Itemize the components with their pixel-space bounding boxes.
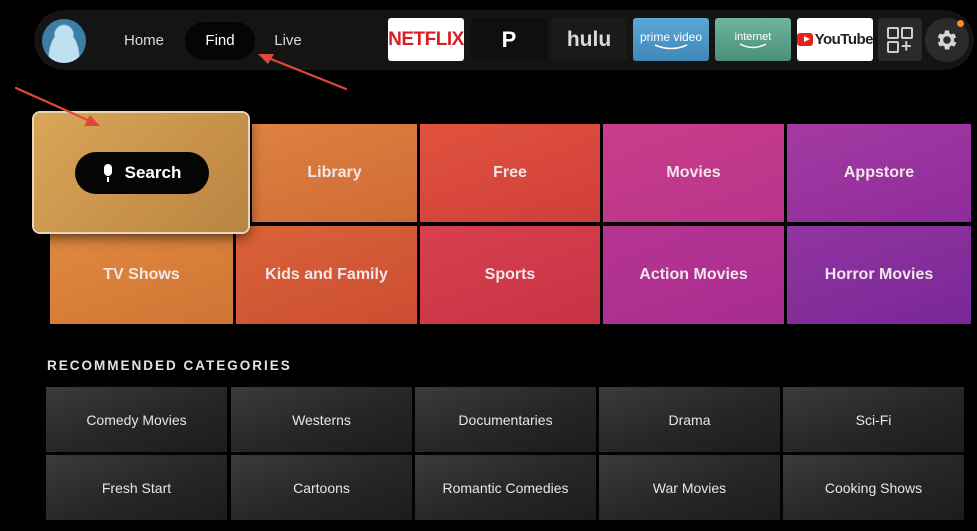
recommended-categories-heading: RECOMMENDED CATEGORIES (47, 358, 292, 373)
category-tv-shows[interactable]: TV Shows (50, 226, 233, 324)
internet-app-tile[interactable]: internet (715, 18, 791, 61)
search-label: Search (124, 163, 182, 182)
category-action-movies[interactable]: Action Movies (603, 226, 784, 324)
prime-smile-icon (654, 43, 688, 49)
hulu-app-tile[interactable]: hulu (551, 18, 627, 61)
youtube-app-tile[interactable]: YouTube (797, 18, 873, 61)
category-sports[interactable]: Sports (420, 226, 600, 324)
notification-dot (957, 20, 964, 27)
nav-home[interactable]: Home (113, 22, 175, 60)
netflix-app-tile[interactable]: NETFLIX (388, 18, 464, 61)
plex-app-tile[interactable]: P (471, 18, 547, 61)
grid-square-icon (887, 41, 899, 53)
recommended-fresh-start[interactable]: Fresh Start (46, 455, 227, 520)
search-tile[interactable]: Search (34, 113, 248, 232)
category-library[interactable]: Library (252, 124, 417, 222)
youtube-play-icon (797, 33, 813, 46)
recommended-westerns[interactable]: Westerns (231, 387, 412, 452)
netflix-logo: NETFLIX (388, 28, 464, 50)
hulu-logo: hulu (566, 27, 612, 51)
recommended-documentaries[interactable]: Documentaries (415, 387, 596, 452)
microphone-icon (103, 164, 113, 182)
settings-button[interactable] (925, 18, 969, 62)
youtube-logo: YouTube (814, 31, 873, 48)
recommended-war-movies[interactable]: War Movies (599, 455, 780, 520)
prime-video-logo: prime video (639, 29, 703, 44)
prime-video-app-tile[interactable]: prime video (633, 18, 709, 61)
profile-avatar[interactable] (42, 19, 86, 63)
plus-icon: + (901, 36, 912, 56)
internet-smile-icon (739, 42, 767, 48)
category-movies[interactable]: Movies (603, 124, 784, 222)
category-kids-and-family[interactable]: Kids and Family (236, 226, 417, 324)
gear-icon (937, 30, 957, 50)
recommended-sci-fi[interactable]: Sci-Fi (783, 387, 964, 452)
category-horror-movies[interactable]: Horror Movies (787, 226, 971, 324)
category-free[interactable]: Free (420, 124, 600, 222)
recommended-romantic-comedies[interactable]: Romantic Comedies (415, 455, 596, 520)
recommended-cooking-shows[interactable]: Cooking Shows (783, 455, 964, 520)
internet-logo: internet (734, 30, 772, 43)
recommended-cartoons[interactable]: Cartoons (231, 455, 412, 520)
nav-find[interactable]: Find (185, 22, 255, 60)
grid-square-icon (887, 27, 899, 39)
search-button[interactable]: Search (75, 152, 209, 194)
recommended-drama[interactable]: Drama (599, 387, 780, 452)
category-appstore[interactable]: Appstore (787, 124, 971, 222)
nav-live[interactable]: Live (265, 22, 311, 60)
plex-logo: P (501, 26, 517, 52)
recommended-comedy-movies[interactable]: Comedy Movies (46, 387, 227, 452)
all-apps-button[interactable]: + (878, 18, 922, 61)
